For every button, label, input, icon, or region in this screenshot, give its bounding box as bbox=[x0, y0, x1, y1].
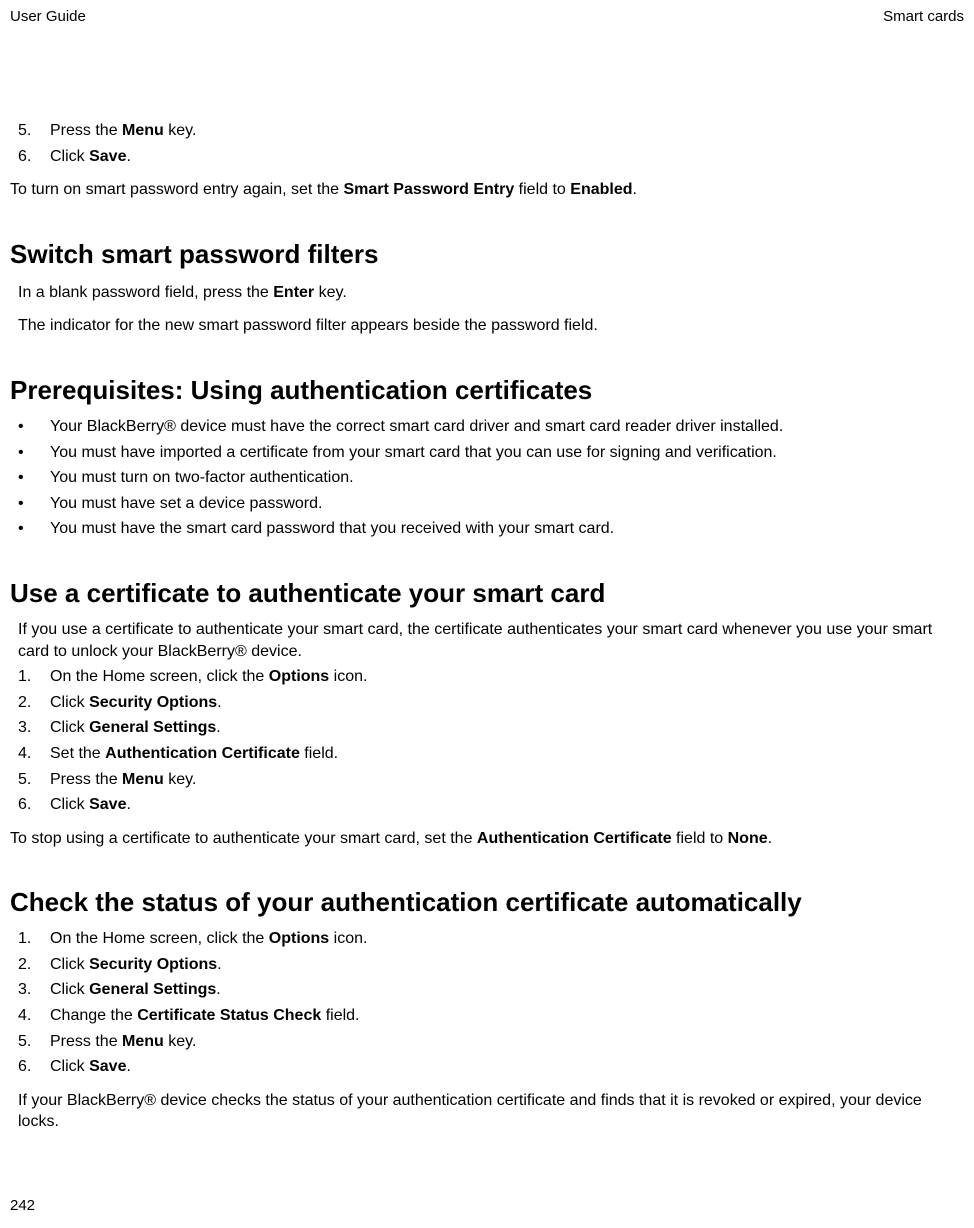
step-number: 4. bbox=[18, 1005, 50, 1027]
list-item: •You must have imported a certificate fr… bbox=[18, 442, 964, 464]
step-text: Press the Menu key. bbox=[50, 1031, 196, 1053]
bullet-icon: • bbox=[18, 493, 50, 515]
list-item: 1.On the Home screen, click the Options … bbox=[18, 928, 964, 950]
section-heading-prerequisites: Prerequisites: Using authentication cert… bbox=[10, 375, 964, 406]
list-item: 5.Press the Menu key. bbox=[18, 1031, 964, 1053]
bullet-text: Your BlackBerry® device must have the co… bbox=[50, 416, 783, 438]
step-text: On the Home screen, click the Options ic… bbox=[50, 666, 367, 688]
list-item: 4.Change the Certificate Status Check fi… bbox=[18, 1005, 964, 1027]
list-item: 2.Click Security Options. bbox=[18, 692, 964, 714]
step-text: Click Save. bbox=[50, 146, 131, 168]
step-text: Set the Authentication Certificate field… bbox=[50, 743, 338, 765]
section3-after: To stop using a certificate to authentic… bbox=[10, 828, 964, 850]
list-item: 6. Click Save. bbox=[18, 146, 964, 168]
step-number: 3. bbox=[18, 979, 50, 1001]
step-number: 1. bbox=[18, 666, 50, 688]
section4-after: If your BlackBerry® device checks the st… bbox=[18, 1090, 964, 1133]
page-header: User Guide Smart cards bbox=[0, 0, 974, 25]
page-content: 5. Press the Menu key. 6. Click Save. To… bbox=[0, 25, 974, 1133]
bullet-text: You must have set a device password. bbox=[50, 493, 322, 515]
list-item: 6.Click Save. bbox=[18, 794, 964, 816]
step-text: On the Home screen, click the Options ic… bbox=[50, 928, 367, 950]
prerequisites-list: •Your BlackBerry® device must have the c… bbox=[18, 416, 964, 540]
list-item: •You must turn on two-factor authenticat… bbox=[18, 467, 964, 489]
step-number: 5. bbox=[18, 1031, 50, 1053]
section-heading-use-certificate: Use a certificate to authenticate your s… bbox=[10, 578, 964, 609]
bullet-icon: • bbox=[18, 518, 50, 540]
bullet-text: You must turn on two-factor authenticati… bbox=[50, 467, 354, 489]
step-text: Press the Menu key. bbox=[50, 120, 196, 142]
step-number: 6. bbox=[18, 1056, 50, 1078]
section-heading-switch-filters: Switch smart password filters bbox=[10, 239, 964, 270]
bullet-icon: • bbox=[18, 442, 50, 464]
list-item: •Your BlackBerry® device must have the c… bbox=[18, 416, 964, 438]
step-text: Change the Certificate Status Check fiel… bbox=[50, 1005, 360, 1027]
step-number: 3. bbox=[18, 717, 50, 739]
list-item: 4.Set the Authentication Certificate fie… bbox=[18, 743, 964, 765]
intro-after-paragraph: To turn on smart password entry again, s… bbox=[10, 179, 964, 201]
list-item: 2.Click Security Options. bbox=[18, 954, 964, 976]
list-item: •You must have set a device password. bbox=[18, 493, 964, 515]
list-item: 3.Click General Settings. bbox=[18, 717, 964, 739]
step-number: 6. bbox=[18, 146, 50, 168]
step-text: Click Save. bbox=[50, 1056, 131, 1078]
step-number: 5. bbox=[18, 769, 50, 791]
step-text: Click Security Options. bbox=[50, 954, 222, 976]
list-item: •You must have the smart card password t… bbox=[18, 518, 964, 540]
step-number: 1. bbox=[18, 928, 50, 950]
step-text: Click Security Options. bbox=[50, 692, 222, 714]
section1-p2: The indicator for the new smart password… bbox=[18, 315, 964, 337]
intro-steps-list: 5. Press the Menu key. 6. Click Save. bbox=[18, 120, 964, 167]
step-text: Click Save. bbox=[50, 794, 131, 816]
header-right: Smart cards bbox=[883, 8, 964, 25]
section4-steps: 1.On the Home screen, click the Options … bbox=[18, 928, 964, 1078]
step-text: Click General Settings. bbox=[50, 717, 221, 739]
bullet-icon: • bbox=[18, 416, 50, 438]
list-item: 5.Press the Menu key. bbox=[18, 769, 964, 791]
bullet-text: You must have the smart card password th… bbox=[50, 518, 614, 540]
bullet-text: You must have imported a certificate fro… bbox=[50, 442, 777, 464]
list-item: 5. Press the Menu key. bbox=[18, 120, 964, 142]
section1-p1: In a blank password field, press the Ent… bbox=[18, 282, 964, 304]
section-heading-check-status: Check the status of your authentication … bbox=[10, 887, 964, 918]
step-number: 2. bbox=[18, 954, 50, 976]
step-text: Press the Menu key. bbox=[50, 769, 196, 791]
header-left: User Guide bbox=[10, 8, 86, 25]
step-number: 4. bbox=[18, 743, 50, 765]
step-number: 5. bbox=[18, 120, 50, 142]
page-number: 242 bbox=[10, 1197, 35, 1214]
list-item: 3.Click General Settings. bbox=[18, 979, 964, 1001]
list-item: 1.On the Home screen, click the Options … bbox=[18, 666, 964, 688]
step-text: Click General Settings. bbox=[50, 979, 221, 1001]
bullet-icon: • bbox=[18, 467, 50, 489]
step-number: 2. bbox=[18, 692, 50, 714]
list-item: 6.Click Save. bbox=[18, 1056, 964, 1078]
section3-steps: 1.On the Home screen, click the Options … bbox=[18, 666, 964, 816]
section3-intro: If you use a certificate to authenticate… bbox=[18, 619, 964, 662]
step-number: 6. bbox=[18, 794, 50, 816]
